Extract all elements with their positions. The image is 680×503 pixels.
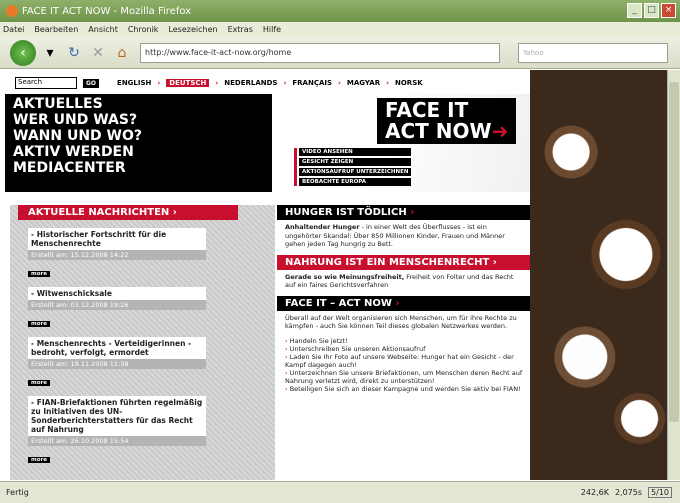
maximize-button[interactable]: □ [644, 3, 659, 18]
nav-wann-und-wo[interactable]: WANN UND WO? [13, 128, 272, 144]
link-beobachte[interactable]: BEOBACHTE EUROPA [299, 178, 412, 186]
close-button[interactable]: × [661, 3, 676, 18]
status-bar: Fertig 242,6K 2,075s 5/10 [0, 481, 680, 503]
more-button[interactable]: more [28, 271, 50, 277]
action-item[interactable]: › Handeln Sie jetzt! [277, 337, 530, 345]
news-item[interactable]: - FIAN-Briefaktionen führten regelmäßig … [28, 396, 206, 446]
news-title[interactable]: - FIAN-Briefaktionen führten regelmäßig … [28, 396, 206, 436]
hero: AKTUELLES WER UND WAS? WANN UND WO? AKTI… [5, 94, 530, 194]
news-item[interactable]: - Witwenschicksale Erstellt am: 03.12.20… [28, 287, 206, 310]
news-column: AKTUELLE NACHRICHTEN › - Historischer Fo… [10, 205, 275, 480]
news-date: Erstellt am: 19.11.2008 11:38 [28, 359, 206, 369]
vertical-scrollbar[interactable] [667, 70, 680, 480]
status-text: Fertig [6, 488, 29, 497]
action-item[interactable]: › Unterzeichnen Sie unsere Briefaktionen… [277, 369, 530, 385]
news-item[interactable]: - Menschenrechts - Verteidigerinnen - be… [28, 337, 206, 369]
search-placeholder: Yahoo [523, 48, 544, 57]
news-title[interactable]: - Historischer Fortschritt für die Mensc… [28, 228, 206, 250]
news-title[interactable]: - Menschenrechts - Verteidigerinnen - be… [28, 337, 206, 359]
nav-wer-und-was[interactable]: WER UND WAS? [13, 112, 272, 128]
logo-line-1: FACE IT [385, 98, 469, 122]
section-heading: HUNGER IST TÖDLICH › [277, 205, 530, 220]
yslow-score: 5/10 [648, 487, 672, 498]
page-size: 242,6K [580, 488, 609, 497]
info-column: HUNGER IST TÖDLICH › Anhaltender Hunger … [277, 205, 530, 480]
news-date: Erstellt am: 15.12.2008 14:22 [28, 250, 206, 260]
page-content: Search GO ENGLISH › DEUTSCH › NEDERLANDS › … [5, 70, 667, 480]
news-date: Erstellt am: 26.10.2008 15:54 [28, 436, 206, 446]
more-button[interactable]: more [28, 457, 50, 463]
minimize-button[interactable]: _ [627, 3, 642, 18]
lang-nederlands[interactable]: NEDERLANDS [224, 79, 277, 87]
action-item[interactable]: › Beteiligen Sie sich an dieser Kampagne… [277, 385, 530, 393]
menu-chronik[interactable]: Chronik [128, 25, 159, 34]
lang-english[interactable]: ENGLISH [117, 79, 151, 87]
menu-lesezeichen[interactable]: Lesezeichen [168, 25, 217, 34]
logo-line-2: ACT NOW [385, 119, 492, 143]
menu-bar: Datei Bearbeiten Ansicht Chronik Lesezei… [0, 22, 680, 37]
nav-aktuelles[interactable]: AKTUELLES [13, 96, 272, 112]
hero-nav: AKTUELLES WER UND WAS? WANN UND WO? AKTI… [5, 94, 272, 192]
url-text: http://www.face-it-act-now.org/home [145, 48, 292, 57]
home-icon[interactable]: ⌂ [112, 45, 132, 61]
reload-icon[interactable]: ↻ [64, 45, 84, 61]
news-heading: AKTUELLE NACHRICHTEN › [18, 205, 238, 220]
search-bar[interactable]: Yahoo [518, 42, 668, 63]
link-video[interactable]: VIDEO ANSEHEN [299, 148, 412, 156]
hero-links: VIDEO ANSEHEN GESICHT ZEIGEN AKTIONSAUFR… [294, 148, 412, 186]
section-heading: NAHRUNG IST EIN MENSCHENRECHT › [277, 254, 530, 270]
forward-icon[interactable]: ▾ [40, 45, 60, 61]
load-time: 2,075s [614, 488, 643, 497]
action-item[interactable]: › Unterschreiben Sie unseren Aktionsaufr… [277, 345, 530, 353]
section-text: Überall auf der Welt organisieren sich M… [285, 313, 517, 331]
window-title: FACE IT ACT NOW - Mozilla Firefox [22, 5, 192, 17]
top-nav: Search GO ENGLISH › DEUTSCH › NEDERLANDS › … [15, 76, 527, 90]
more-button[interactable]: more [28, 321, 50, 327]
site-search-input[interactable]: Search [15, 77, 77, 89]
lang-francais[interactable]: FRANÇAIS [292, 79, 332, 87]
section-text: Anhaltender Hunger - in einer Welt des Ü… [285, 223, 505, 248]
navigation-toolbar: ‹ ▾ ↻ ✕ ⌂ http://www.face-it-act-now.org… [0, 37, 680, 69]
lang-deutsch[interactable]: DEUTSCH [166, 79, 210, 87]
hero-right: FACE IT ACT NOW➜ VIDEO ANSEHEN GESICHT Z… [272, 94, 530, 192]
menu-hilfe[interactable]: Hilfe [263, 25, 281, 34]
menu-extras[interactable]: Extras [228, 25, 253, 34]
firefox-icon [6, 5, 18, 17]
face-it-logo: FACE IT ACT NOW➜ [377, 98, 517, 144]
stop-icon[interactable]: ✕ [88, 45, 108, 61]
lang-magyar[interactable]: MAGYAR [347, 79, 380, 87]
action-item[interactable]: › Laden Sie Ihr Foto auf unsere Webseite… [277, 353, 530, 369]
go-button[interactable]: GO [83, 78, 100, 88]
news-title[interactable]: - Witwenschicksale [28, 287, 206, 300]
url-bar[interactable]: http://www.face-it-act-now.org/home [140, 42, 500, 63]
link-gesicht[interactable]: GESICHT ZEIGEN [299, 158, 412, 166]
lang-norsk[interactable]: NORSK [395, 79, 423, 87]
scroll-thumb[interactable] [669, 82, 679, 422]
back-icon[interactable]: ‹ [10, 39, 36, 66]
menu-datei[interactable]: Datei [3, 25, 24, 34]
nav-aktiv-werden[interactable]: AKTIV WERDEN [13, 144, 272, 160]
section-heading: FACE IT – ACT NOW › [277, 295, 530, 311]
window-titlebar: FACE IT ACT NOW - Mozilla Firefox _ □ × [0, 0, 680, 22]
news-item[interactable]: - Historischer Fortschritt für die Mensc… [28, 228, 206, 260]
menu-ansicht[interactable]: Ansicht [88, 25, 118, 34]
nav-mediacenter[interactable]: MEDIACENTER [13, 160, 272, 176]
section-text: Gerade so wie Meinungsfreiheit, Freiheit… [285, 272, 514, 290]
link-aktionsaufruf[interactable]: AKTIONSAUFRUF UNTERZEICHNEN [299, 168, 412, 176]
more-button[interactable]: more [28, 380, 50, 386]
menu-bearbeiten[interactable]: Bearbeiten [34, 25, 78, 34]
news-date: Erstellt am: 03.12.2008 19:26 [28, 300, 206, 310]
coconut-image [530, 70, 667, 480]
